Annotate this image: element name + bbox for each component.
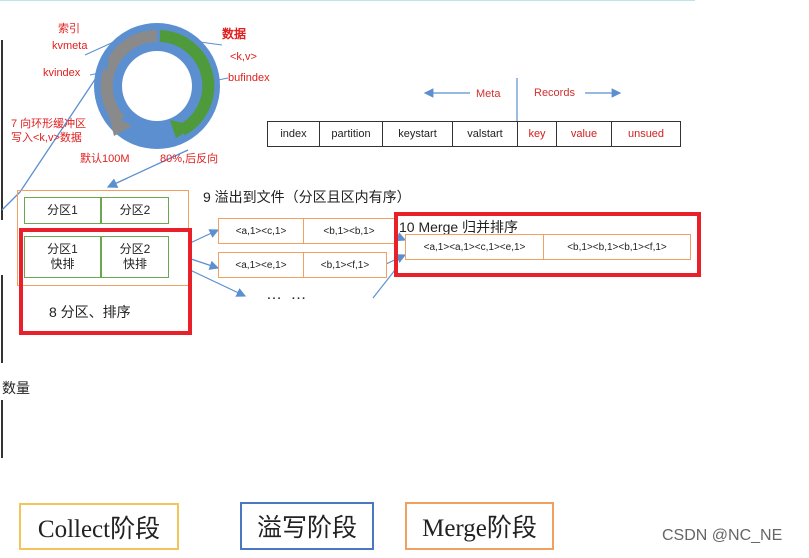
meta-cell-valstart: valstart xyxy=(452,121,518,147)
record-cell-value: value xyxy=(556,121,612,147)
records-label: Records xyxy=(534,87,575,99)
merged-part-1: <a,1><a,1><c,1><e,1> xyxy=(405,234,544,260)
watermark: CSDN @NC_NE xyxy=(662,527,783,544)
step9-label: 9 溢出到文件（分区且区内有序） xyxy=(203,189,411,205)
spill-file-1-part-1: <a,1><c,1> xyxy=(218,218,304,244)
meta-cell-keystart: keystart xyxy=(382,121,453,147)
kvindex-label: kvindex xyxy=(43,67,81,79)
default-size-label: 默认100M xyxy=(80,153,130,165)
reverse-label: 80%,后反向 xyxy=(160,153,219,165)
write-step-line2: 写入<k,v>数据 xyxy=(11,132,82,144)
spill-file-1-part-2: <b,1><b,1> xyxy=(303,218,395,244)
meta-cell-partition: partition xyxy=(319,121,383,147)
data-label: 数据 xyxy=(222,27,247,41)
partition-1: 分区1 xyxy=(24,197,101,224)
kvmeta-label: kvmeta xyxy=(52,40,88,52)
record-cell-key: key xyxy=(517,121,557,147)
spill-file-2-part-1: <a,1><e,1> xyxy=(218,252,304,278)
bufindex-label: bufindex xyxy=(228,72,270,84)
legend-merge: Merge阶段 xyxy=(405,502,554,550)
legend-spill: 溢写阶段 xyxy=(240,502,374,550)
record-cell-unsued: unsued xyxy=(611,121,681,147)
kv-label: <k,v> xyxy=(230,51,257,63)
left-side-text: 数量 xyxy=(2,380,30,396)
index-label: 索引 xyxy=(58,23,80,35)
merged-part-2: <b,1><b,1><b,1><f,1> xyxy=(543,234,691,260)
legend-collect: Collect阶段 xyxy=(19,503,179,550)
left-frame-bottom xyxy=(0,400,3,458)
step8-label: 8 分区、排序 xyxy=(49,304,131,320)
spill-file-2-part-2: <b,1><f,1> xyxy=(303,252,387,278)
ellipsis: … … xyxy=(266,286,309,303)
meta-label: Meta xyxy=(476,88,501,100)
meta-cell-index: index xyxy=(267,121,320,147)
partition-2: 分区2 xyxy=(101,197,169,224)
